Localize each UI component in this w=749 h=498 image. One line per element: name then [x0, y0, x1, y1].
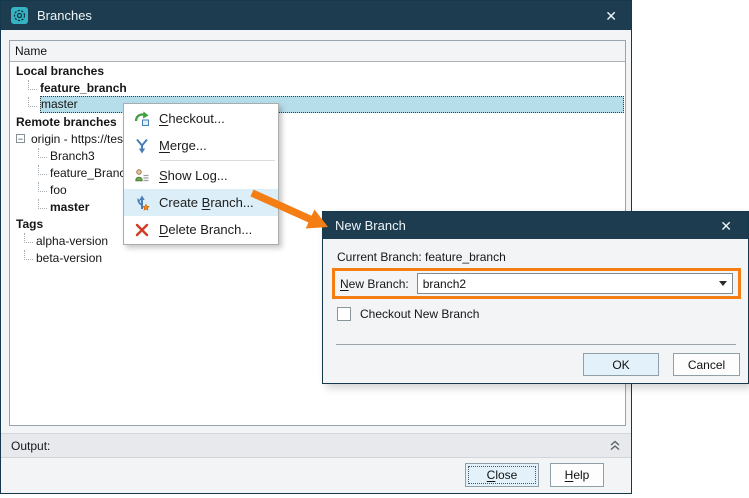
menu-item-delete-branch[interactable]: Delete Branch... — [124, 216, 278, 243]
screenshot-stage: Branches ✕ Name Local branches feature_b… — [0, 0, 749, 498]
menu-item-label: Merge... — [159, 138, 207, 153]
branches-titlebar: Branches ✕ — [1, 1, 631, 30]
new-branch-field-label: New Branch: — [340, 277, 409, 291]
app-icon — [11, 7, 28, 24]
checkout-new-branch-checkbox[interactable] — [337, 307, 351, 321]
column-header-label: Name — [15, 44, 47, 58]
menu-item-show-log[interactable]: Show Log... — [124, 162, 278, 189]
create-branch-icon — [124, 195, 159, 211]
branch-name-combobox[interactable] — [417, 273, 733, 294]
cancel-button[interactable]: Cancel — [673, 353, 740, 376]
close-icon[interactable]: ✕ — [716, 217, 736, 235]
menu-item-label: Show Log... — [159, 168, 228, 183]
help-button[interactable]: Help — [550, 463, 604, 487]
menu-item-label: Create Branch... — [159, 195, 254, 210]
menu-item-merge[interactable]: Merge... — [124, 132, 278, 159]
combo-dropdown-icon[interactable] — [714, 274, 732, 293]
merge-icon — [124, 138, 159, 154]
branch-name-input[interactable] — [418, 277, 714, 291]
show-log-icon — [124, 168, 159, 184]
output-label: Output: — [11, 439, 50, 453]
tree-item-origin[interactable]: − origin - https://test- — [10, 130, 625, 147]
annotation-highlight-box: New Branch: — [332, 268, 741, 299]
delete-branch-icon — [124, 222, 159, 238]
tree-item-master-selected[interactable]: master — [10, 96, 625, 113]
column-header-name[interactable]: Name — [10, 41, 625, 62]
current-branch-value: feature_branch — [425, 250, 506, 264]
menu-item-checkout[interactable]: Checkout... — [124, 105, 278, 132]
checkout-new-branch-row: Checkout New Branch — [337, 307, 479, 321]
current-branch-label: Current Branch: — [337, 250, 422, 264]
menu-separator — [160, 160, 275, 161]
current-branch-line: Current Branch: feature_branch — [337, 250, 506, 264]
output-bar: Output: — [1, 433, 631, 458]
checkout-icon — [124, 111, 159, 127]
tree-item-foo[interactable]: foo — [10, 181, 625, 198]
close-button[interactable]: Close — [465, 463, 539, 487]
window-title: Branches — [37, 8, 92, 23]
dialog-separator — [336, 344, 736, 345]
new-branch-dialog: New Branch ✕ Current Branch: feature_bra… — [322, 211, 749, 384]
tree-item-remote-branches[interactable]: Remote branches — [10, 113, 625, 130]
branch-context-menu: Checkout... Merge... Show Log... — [123, 103, 279, 245]
close-icon[interactable]: ✕ — [601, 7, 621, 25]
menu-item-label: Checkout... — [159, 111, 225, 126]
checkbox-label: Checkout New Branch — [360, 307, 479, 321]
menu-item-create-branch[interactable]: Create Branch... — [124, 189, 278, 216]
menu-item-label: Delete Branch... — [159, 222, 252, 237]
ok-button[interactable]: OK — [583, 353, 659, 376]
tree-item-branch3[interactable]: Branch3 — [10, 147, 625, 164]
tree-item-feature-branch[interactable]: feature_branch — [10, 79, 625, 96]
tree-item-remote-feature-branch[interactable]: feature_Branch — [10, 164, 625, 181]
tree-expander-icon[interactable]: − — [16, 134, 25, 143]
tree-item-local-branches[interactable]: Local branches — [10, 62, 625, 79]
dialog-title: New Branch — [335, 218, 406, 233]
new-branch-titlebar: New Branch ✕ — [323, 212, 748, 239]
collapse-output-icon[interactable] — [609, 439, 621, 452]
